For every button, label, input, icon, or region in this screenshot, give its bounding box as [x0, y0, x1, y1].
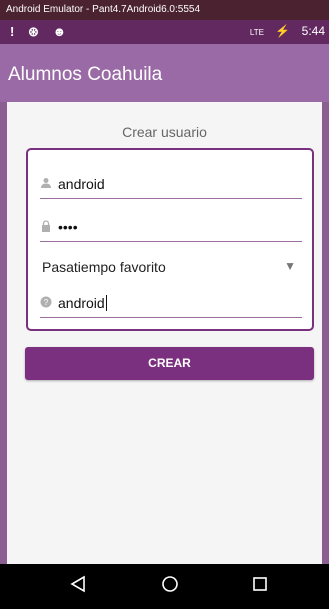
- android-icon: ☻: [52, 24, 67, 39]
- dropdown-arrow-icon: ▼: [284, 259, 296, 273]
- signal-icon: LTE: [249, 28, 264, 37]
- hobby-dropdown[interactable]: Pasatiempo favorito ▼: [40, 253, 302, 281]
- emulator-window-title: Android Emulator - Pant4.7Android6.0:555…: [0, 0, 329, 20]
- back-icon[interactable]: [63, 572, 93, 602]
- form-heading: Crear usuario: [122, 124, 207, 140]
- navigation-bar: [0, 564, 329, 609]
- lock-icon: [40, 220, 52, 232]
- content-sheet: Crear usuario android •••• Pasatiempo fa…: [7, 102, 322, 564]
- recents-icon[interactable]: [245, 572, 275, 602]
- help-icon: ?: [40, 296, 52, 308]
- person-icon: [40, 177, 52, 189]
- status-time: 5:44: [301, 24, 325, 38]
- hint-value: android: [58, 295, 107, 311]
- alert-icon: !: [10, 24, 15, 39]
- password-field[interactable]: ••••: [40, 213, 302, 242]
- username-field[interactable]: android: [40, 170, 302, 199]
- create-user-form: android •••• Pasatiempo favorito ▼ ? and…: [26, 148, 314, 331]
- app-title: Alumnos Coahuila: [8, 64, 163, 85]
- home-icon[interactable]: [155, 572, 185, 602]
- password-value: ••••: [58, 219, 78, 235]
- status-system-icons: LTE ⚡ 5:44: [242, 24, 325, 38]
- sync-icon: ⊛: [27, 24, 39, 39]
- svg-text:?: ?: [44, 298, 49, 307]
- create-button[interactable]: CREAR: [25, 347, 314, 380]
- battery-icon: ⚡: [275, 24, 291, 38]
- hint-text-field[interactable]: ? android: [40, 289, 302, 318]
- status-notification-icons: ! ⊛ ☻: [10, 24, 76, 40]
- app-bar: Alumnos Coahuila: [0, 44, 329, 102]
- text-cursor: [105, 295, 107, 311]
- status-bar: ! ⊛ ☻ LTE ⚡ 5:44: [0, 20, 329, 44]
- hobby-selected: Pasatiempo favorito: [42, 259, 166, 275]
- username-value: android: [58, 176, 105, 192]
